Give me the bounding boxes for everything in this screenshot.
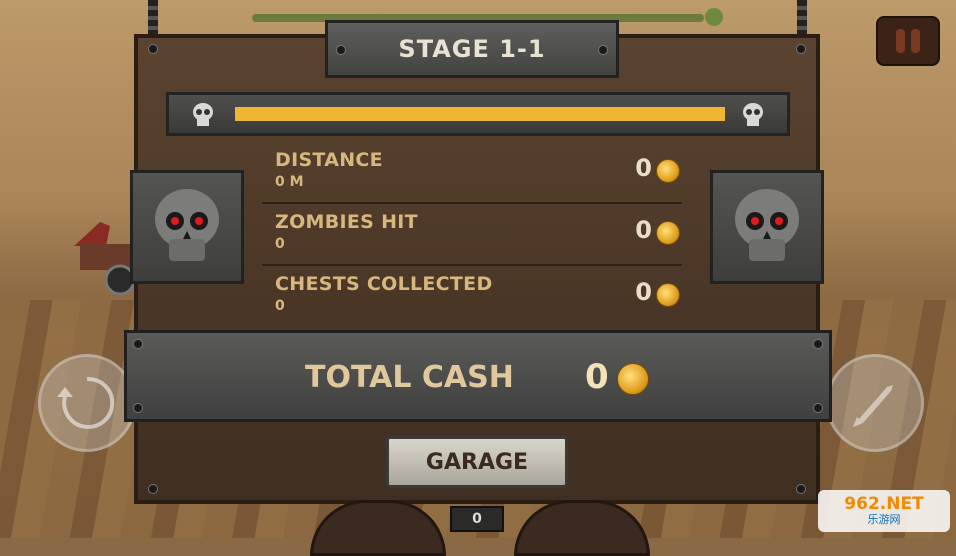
pause-icon — [896, 29, 905, 53]
stat-label: CHESTS COLLECTED — [275, 273, 493, 295]
total-cash-plate: TOTAL CASH 0 — [124, 330, 832, 422]
rivet — [796, 484, 806, 494]
rivet — [133, 403, 143, 413]
skull-icon — [155, 189, 219, 261]
stat-cash: 0 — [635, 216, 652, 244]
coin-icon — [656, 283, 680, 307]
rocket-boost-button[interactable] — [826, 354, 924, 452]
stat-row-chests: CHESTS COLLECTED 0 0 — [262, 264, 682, 326]
distance-readout: 0 — [450, 506, 504, 532]
stage-title-plate: STAGE 1-1 — [325, 20, 619, 78]
left-chain — [148, 0, 158, 34]
garage-button[interactable]: GARAGE — [386, 436, 568, 488]
right-chain — [797, 0, 807, 34]
stage-progress-plate — [166, 92, 790, 136]
coin-icon — [656, 221, 680, 245]
rivet — [148, 484, 158, 494]
watermark-logo: 962.NET 乐游网 — [818, 490, 950, 532]
rivet — [813, 403, 823, 413]
flip-control-button[interactable] — [38, 354, 136, 452]
level-end-skull-icon — [705, 8, 723, 26]
stat-value: 0 — [275, 236, 285, 252]
pause-button[interactable] — [876, 16, 940, 66]
garage-button-label: GARAGE — [425, 449, 529, 475]
coin-icon — [617, 363, 649, 395]
stat-label: ZOMBIES HIT — [275, 211, 418, 233]
watermark-brand: 962.NET — [844, 494, 924, 514]
stage-progress-fill — [235, 107, 725, 121]
skull-icon — [735, 189, 799, 261]
rivet — [133, 339, 143, 349]
rivet — [598, 45, 608, 55]
watermark-site: 乐游网 — [867, 513, 901, 526]
left-skull-plate — [130, 170, 244, 284]
right-skull-plate — [710, 170, 824, 284]
stat-value: 0 M — [275, 174, 304, 190]
rocket-icon — [853, 385, 893, 427]
rivet — [796, 44, 806, 54]
rivet — [813, 339, 823, 349]
stat-value: 0 — [275, 298, 285, 314]
total-cash-label: TOTAL CASH — [305, 360, 514, 395]
stat-label: DISTANCE — [275, 149, 383, 171]
start-skull-icon — [193, 103, 213, 126]
rivet — [148, 44, 158, 54]
total-cash-value: 0 — [585, 357, 609, 397]
stage-title: STAGE 1-1 — [398, 35, 546, 63]
pause-icon-bar — [911, 29, 920, 53]
rivet — [336, 45, 346, 55]
stat-cash: 0 — [635, 278, 652, 306]
stage-progress-track — [235, 107, 725, 121]
stat-row-zombies: ZOMBIES HIT 0 0 — [262, 202, 682, 266]
stat-cash: 0 — [635, 154, 652, 182]
rotate-icon — [57, 376, 115, 429]
coin-icon — [656, 159, 680, 183]
end-skull-icon — [743, 103, 763, 126]
stat-row-distance: DISTANCE 0 M 0 — [262, 140, 682, 204]
